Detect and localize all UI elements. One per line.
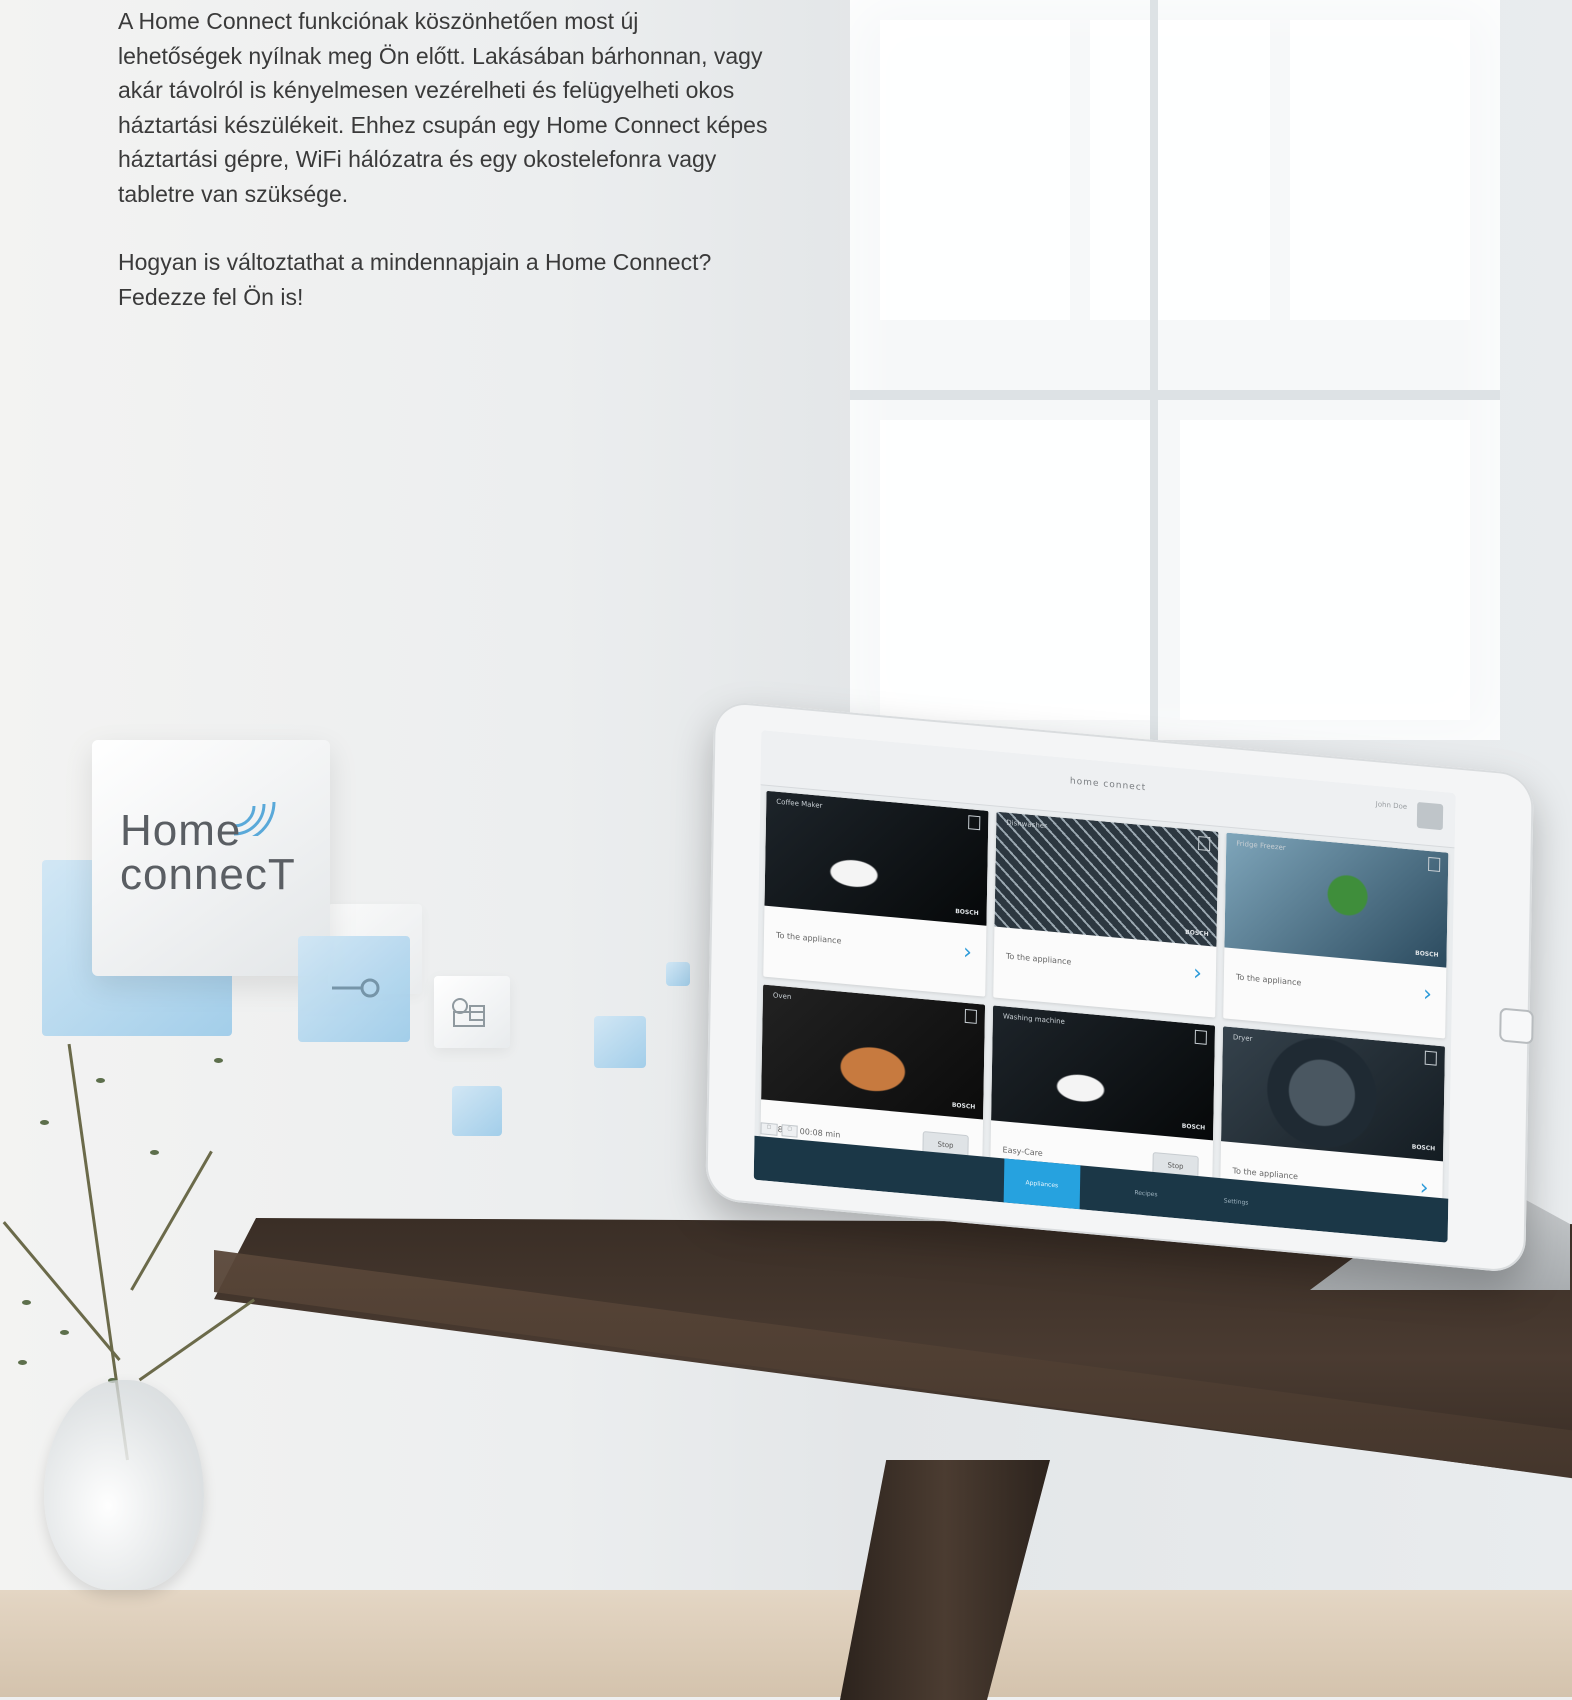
appliance-icon-tile: [434, 976, 510, 1048]
card-menu-icon[interactable]: [1428, 856, 1441, 873]
appliance-image: [1221, 1026, 1446, 1162]
appliance-image: [994, 811, 1219, 948]
card-footer-text: To the appliance: [1005, 951, 1072, 967]
appliance-image: [1224, 832, 1449, 968]
appliance-image: [764, 790, 989, 927]
blue-square-tile: [452, 1086, 502, 1136]
card-menu-icon[interactable]: [1194, 1029, 1207, 1045]
logo-text-home: Home: [120, 806, 242, 855]
camera-icon: [452, 998, 485, 1027]
appliance-card[interactable]: Coffee Maker BOSCH To the appliance ›: [763, 790, 989, 997]
intro-paragraph-2: Hogyan is változtathat a mindennapjain a…: [118, 249, 712, 310]
appliance-card[interactable]: Dishwasher BOSCH To the appliance ›: [993, 811, 1219, 1018]
chevron-right-icon[interactable]: ›: [963, 940, 972, 966]
tab-settings[interactable]: Settings: [1198, 1176, 1275, 1227]
appliance-image: [991, 1005, 1216, 1141]
logo-text-connect: connecT: [120, 850, 296, 899]
chevron-right-icon[interactable]: ›: [1423, 981, 1432, 1007]
user-name: John Doe: [1375, 800, 1408, 811]
card-footer-text: Easy-Care: [1002, 1145, 1043, 1159]
blue-square-tile: [594, 1016, 646, 1068]
card-menu-icon[interactable]: [968, 815, 981, 831]
glass-vase: [44, 1380, 204, 1590]
avatar[interactable]: [1416, 801, 1444, 831]
tablet-bezel: home connect John Doe Coffee Maker BOSCH T…: [705, 700, 1534, 1274]
program-tab[interactable]: ▢: [781, 1124, 799, 1138]
floor: [0, 1590, 1572, 1697]
tab-appliances[interactable]: Appliances: [1003, 1158, 1081, 1210]
blue-square-tile: [666, 962, 690, 986]
appliance-image: [761, 984, 986, 1120]
home-connect-logo: Home connecT: [92, 740, 330, 976]
chevron-right-icon[interactable]: ›: [1193, 960, 1202, 986]
card-footer-text: To the appliance: [775, 931, 842, 946]
appliance-card[interactable]: Fridge Freezer BOSCH To the appliance ›: [1223, 832, 1449, 1039]
program-tab[interactable]: ▢: [760, 1122, 778, 1136]
card-footer-text: To the appliance: [1235, 972, 1302, 988]
app-logo: home connect: [1069, 776, 1147, 794]
key-icon: [332, 978, 380, 998]
tab-recipes[interactable]: Recipes: [1108, 1168, 1185, 1219]
tablet: home connect John Doe Coffee Maker BOSCH T…: [705, 700, 1534, 1274]
intro-text: A Home Connect funkciónak köszönhetően m…: [118, 4, 768, 348]
card-menu-icon[interactable]: [964, 1008, 977, 1024]
key-tile: [298, 936, 410, 1042]
card-menu-icon[interactable]: [1424, 1050, 1437, 1066]
intro-paragraph-1: A Home Connect funkciónak köszönhetően m…: [118, 8, 768, 207]
window: [850, 0, 1500, 740]
card-menu-icon[interactable]: [1198, 836, 1211, 852]
home-button[interactable]: [1499, 1007, 1534, 1045]
card-title: Oven: [772, 991, 792, 1002]
card-title: Dryer: [1232, 1033, 1253, 1043]
tablet-screen: home connect John Doe Coffee Maker BOSCH T…: [753, 730, 1456, 1243]
